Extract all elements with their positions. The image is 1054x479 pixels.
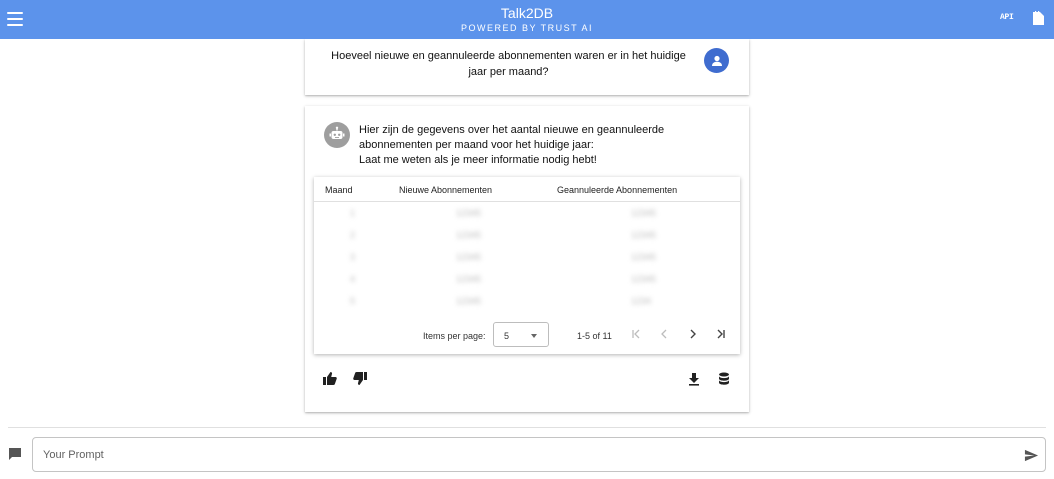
document-icon[interactable] (1033, 11, 1044, 25)
thumbs-up-icon[interactable] (322, 371, 338, 387)
table-cell: 12345 (456, 208, 482, 218)
items-per-page-select[interactable]: 5 (493, 322, 549, 347)
api-button[interactable]: API (1000, 13, 1014, 22)
last-page-icon[interactable] (713, 326, 729, 342)
bot-message-text: Hier zijn de gegevens over het aantal ni… (359, 123, 739, 168)
table-cell: 12345 (631, 230, 657, 240)
user-message-card: Hoeveel nieuwe en geannuleerde abonnemen… (305, 39, 749, 95)
chat-area: Hoeveel nieuwe en geannuleerde abonnemen… (0, 39, 1054, 427)
user-message-text: Hoeveel nieuwe en geannuleerde abonnemen… (331, 50, 686, 78)
first-page-icon[interactable] (628, 326, 644, 342)
table-cell: 12345 (456, 296, 482, 306)
chat-bubble-icon (9, 448, 21, 460)
table-row: 4 12345 12345 (314, 269, 740, 291)
table-cell: 1 (350, 208, 356, 218)
table-cell: 12345 (456, 252, 482, 262)
table-cell: 12345 (456, 230, 482, 240)
bot-message-line: Hier zijn de gegevens over het aantal ni… (359, 124, 665, 151)
table-cell: 12345 (631, 208, 657, 218)
send-icon[interactable] (1024, 448, 1039, 463)
app-subtitle: POWERED BY TRUST AI (460, 23, 594, 33)
table-cell: 2 (350, 230, 356, 240)
result-table: Maand Nieuwe Abonnementen Geannuleerde A… (314, 177, 740, 354)
paginator: Items per page: 5 1-5 of 11 (314, 319, 740, 349)
table-row: 5 12345 1234 (314, 291, 740, 313)
table-cell: 12345 (631, 252, 657, 262)
database-icon[interactable] (716, 371, 732, 387)
column-header-geannuleerde[interactable]: Geannuleerde Abonnementen (557, 185, 677, 195)
table-row: 3 12345 12345 (314, 247, 740, 269)
account-icon (704, 48, 729, 73)
brand: Talk2DB POWERED BY TRUST AI (0, 5, 1054, 34)
table-cell: 3 (350, 252, 356, 262)
page-range-label: 1-5 of 11 (577, 331, 612, 341)
column-header-nieuwe[interactable]: Nieuwe Abonnementen (399, 185, 492, 195)
thumbs-down-icon[interactable] (352, 370, 368, 386)
top-app-bar: Talk2DB POWERED BY TRUST AI API (0, 0, 1054, 39)
table-cell: 5 (350, 296, 356, 306)
bot-message-card: Hier zijn de gegevens over het aantal ni… (305, 106, 749, 412)
table-cell: 4 (350, 274, 356, 284)
table-header: Maand Nieuwe Abonnementen Geannuleerde A… (314, 177, 740, 202)
items-per-page-value: 5 (504, 331, 510, 341)
items-per-page-label: Items per page: (423, 331, 486, 341)
download-icon[interactable] (686, 371, 702, 387)
divider (8, 427, 1046, 428)
previous-page-icon[interactable] (656, 326, 672, 342)
bot-message-line: Laat me weten als je meer informatie nod… (359, 154, 597, 166)
table-cell: 1234 (631, 296, 652, 306)
next-page-icon[interactable] (685, 326, 701, 342)
column-header-maand[interactable]: Maand (325, 185, 353, 195)
app-title: Talk2DB (500, 5, 554, 21)
table-cell: 12345 (631, 274, 657, 284)
dropdown-arrow-icon (531, 334, 537, 338)
robot-icon (324, 122, 350, 148)
table-cell: 12345 (456, 274, 482, 284)
prompt-field[interactable] (32, 437, 1046, 472)
table-row: 1 12345 12345 (314, 203, 740, 225)
table-row: 2 12345 12345 (314, 225, 740, 247)
prompt-input[interactable] (43, 446, 1003, 464)
